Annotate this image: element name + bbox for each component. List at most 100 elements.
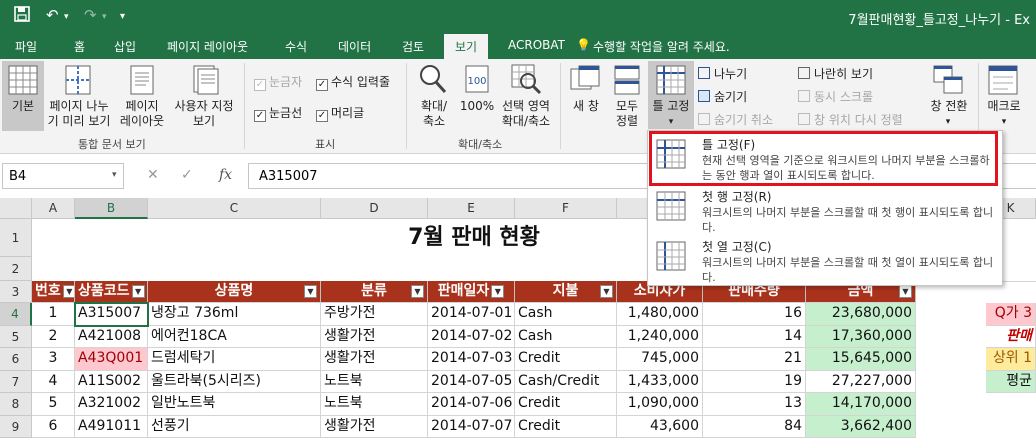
tab-review[interactable]: 검토	[402, 38, 424, 55]
row-header[interactable]: 3	[0, 281, 32, 303]
freeze-dropdown-icon[interactable]: ▾	[665, 115, 677, 130]
macros-dropdown-icon[interactable]: ▾	[998, 115, 1010, 130]
header-cell[interactable]: 번호 ▼	[32, 281, 75, 303]
table-cell[interactable]: 4	[32, 371, 75, 393]
table-cell[interactable]: 745,000	[617, 348, 703, 371]
select-all-corner[interactable]	[0, 198, 32, 219]
filter-dropdown-icon[interactable]: ▼	[131, 285, 145, 298]
table-cell[interactable]: 5	[32, 393, 75, 416]
tab-formulas[interactable]: 수식	[285, 38, 307, 55]
table-cell[interactable]: 생활가전	[321, 416, 428, 438]
row-header[interactable]: 9	[0, 416, 32, 438]
redo-dropdown-icon[interactable]: ▾	[102, 12, 107, 22]
custom-views-button[interactable]: 사용자 지정 보기	[168, 99, 240, 129]
table-cell[interactable]: A421008	[75, 326, 148, 348]
table-cell[interactable]: 에어컨18CA	[148, 326, 321, 348]
table-cell[interactable]: A491011	[75, 416, 148, 438]
side-cell[interactable]: Q가 3	[986, 303, 1036, 326]
name-box-dropdown-icon[interactable]: ▾	[112, 170, 117, 180]
normal-view-button[interactable]: 기본	[4, 99, 42, 114]
table-cell[interactable]: 울트라북(5시리즈)	[148, 371, 321, 393]
header-cell[interactable]: 지불 ▼	[515, 281, 617, 303]
table-cell[interactable]: 생활가전	[321, 348, 428, 371]
switch-windows-button[interactable]: 창 전환	[924, 99, 974, 114]
table-cell[interactable]: Cash	[515, 303, 617, 326]
tab-data[interactable]: 데이터	[338, 38, 371, 55]
row-header[interactable]: 7	[0, 371, 32, 393]
save-icon[interactable]	[14, 6, 30, 26]
freeze-top-row-menu-item[interactable]: 첫 행 고정(R) 워크시트의 나머지 부분을 스크롤할 때 첫 행이 표시되도…	[648, 185, 1002, 235]
formula-bar-checkbox[interactable]: ✓ 수식 입력줄	[316, 73, 390, 91]
table-cell[interactable]: 14,170,000	[806, 393, 916, 416]
page-layout-button[interactable]: 페이지 레이아웃	[117, 99, 167, 129]
table-cell[interactable]: 2014-07-07	[428, 416, 515, 438]
name-box[interactable]: B4	[2, 163, 124, 189]
filter-dropdown-icon[interactable]: ▼	[600, 285, 613, 298]
undo-icon[interactable]: ↶	[46, 6, 59, 24]
table-cell[interactable]: Credit	[515, 393, 617, 416]
table-cell[interactable]: 2014-07-05	[428, 371, 515, 393]
column-header[interactable]: C	[148, 198, 321, 219]
table-cell[interactable]: A43Q001	[75, 348, 148, 371]
unhide-button[interactable]: 숨기기 취소	[698, 111, 773, 128]
table-cell[interactable]: 1,433,000	[617, 371, 703, 393]
table-cell[interactable]: Credit	[515, 348, 617, 371]
page-break-preview-button[interactable]: 페이지 나누 기 미리 보기	[44, 99, 114, 129]
header-cell[interactable]: 분류 ▼	[321, 281, 428, 303]
table-cell[interactable]: 2014-07-03	[428, 348, 515, 371]
table-cell[interactable]: 1,480,000	[617, 303, 703, 326]
tab-page-layout[interactable]: 페이지 레이아웃	[167, 38, 248, 55]
table-cell[interactable]: 1,240,000	[617, 326, 703, 348]
row-header[interactable]: 2	[0, 257, 32, 281]
zoom-button[interactable]: 확대/축소	[412, 99, 456, 129]
column-header[interactable]: A	[32, 198, 75, 219]
macros-button[interactable]: 매크로	[982, 99, 1026, 114]
new-window-button[interactable]: 새 창	[566, 99, 606, 114]
table-cell[interactable]: 1,090,000	[617, 393, 703, 416]
switch-dropdown-icon[interactable]: ▾	[942, 115, 954, 130]
insert-function-icon[interactable]: fx	[219, 167, 232, 183]
filter-dropdown-icon[interactable]: ▼	[899, 285, 912, 298]
table-cell[interactable]: 43,600	[617, 416, 703, 438]
header-cell[interactable]: 상품명 ▼	[148, 281, 321, 303]
header-cell[interactable]: 판매일자 ▼	[428, 281, 515, 303]
table-cell[interactable]: 3,662,400	[806, 416, 916, 438]
tab-home[interactable]: 홈	[74, 38, 85, 55]
table-cell[interactable]: 3	[32, 348, 75, 371]
header-cell[interactable]: 상품코드 ▼	[75, 281, 148, 303]
tab-insert[interactable]: 삽입	[114, 38, 136, 55]
freeze-panes-button[interactable]: 틀 고정	[648, 99, 694, 114]
table-cell[interactable]: 6	[32, 416, 75, 438]
table-cell[interactable]: 23,680,000	[806, 303, 916, 326]
tab-view[interactable]: 보기	[444, 34, 489, 59]
table-cell[interactable]: Credit	[515, 416, 617, 438]
table-cell[interactable]: 27,227,000	[806, 371, 916, 393]
zoom-100-button[interactable]: 100%	[457, 99, 497, 114]
view-side-by-side-button[interactable]: 나란히 보기	[798, 65, 873, 82]
filter-dropdown-icon[interactable]: ▼	[62, 285, 74, 298]
redo-icon[interactable]: ↷	[84, 6, 97, 24]
tab-file[interactable]: 파일	[15, 38, 37, 55]
customize-toolbar-icon[interactable]: ▾	[120, 11, 125, 22]
ruler-checkbox[interactable]: ✓ 눈금자	[254, 73, 302, 91]
column-header[interactable]: E	[428, 198, 515, 219]
gridlines-checkbox[interactable]: ✓ 눈금선	[254, 104, 302, 122]
tab-acrobat[interactable]: ACROBAT	[508, 38, 565, 52]
cancel-icon[interactable]: ✕	[147, 167, 159, 183]
table-cell[interactable]: 16	[703, 303, 806, 326]
table-cell[interactable]: 노트북	[321, 371, 428, 393]
table-cell[interactable]: 주방가전	[321, 303, 428, 326]
table-cell[interactable]: 84	[703, 416, 806, 438]
column-header[interactable]: D	[321, 198, 428, 219]
table-cell[interactable]: 생활가전	[321, 326, 428, 348]
table-cell[interactable]: 냉장고 736ml	[148, 303, 321, 326]
zoom-to-selection-button[interactable]: 선택 영역 확대/축소	[497, 99, 555, 129]
table-cell[interactable]: 2014-07-06	[428, 393, 515, 416]
table-cell[interactable]: A11S002	[75, 371, 148, 393]
side-cell[interactable]: 판매	[986, 326, 1036, 348]
table-cell[interactable]: 17,360,000	[806, 326, 916, 348]
table-cell[interactable]: A321002	[75, 393, 148, 416]
table-cell[interactable]: Cash/Credit	[515, 371, 617, 393]
table-cell[interactable]: 2014-07-02	[428, 326, 515, 348]
column-header[interactable]: F	[515, 198, 617, 219]
